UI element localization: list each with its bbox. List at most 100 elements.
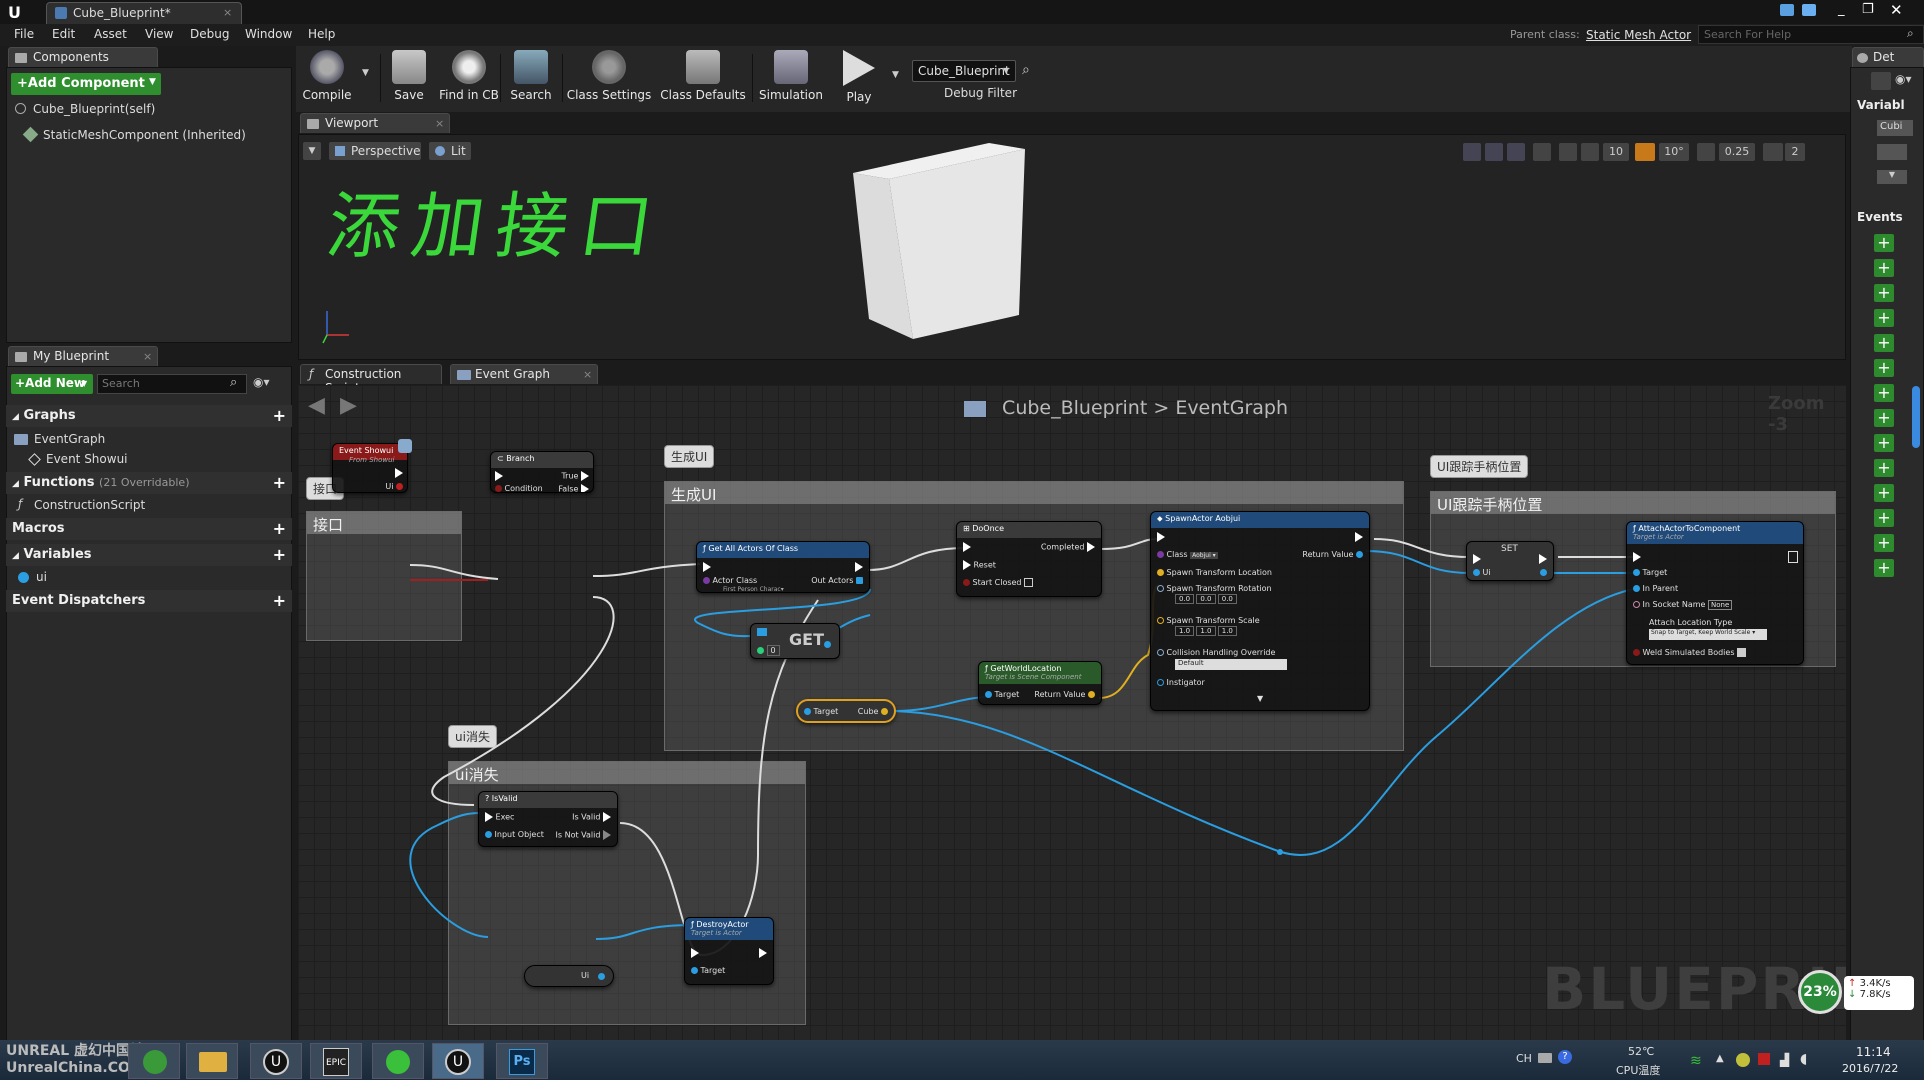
taskbar-app-360[interactable] (372, 1043, 424, 1079)
pin-false[interactable]: False (558, 484, 589, 492)
tab-components[interactable]: Components (8, 47, 158, 67)
pin-target[interactable]: Target (1633, 568, 1667, 577)
pin-class-value[interactable]: Aobjui ▾ (1190, 552, 1218, 559)
details-scrollbar[interactable] (1912, 386, 1920, 448)
help-search-input[interactable]: Search For Help ⌕ (1698, 25, 1924, 44)
functions-section[interactable]: ◢ Functions (21 Overridable) + (6, 472, 292, 494)
variable-item-ui[interactable]: ui (14, 569, 286, 587)
node-spawn-actor[interactable]: ⬥ SpawnActor Aobjui Class Aobjui ▾ Retur… (1150, 511, 1370, 711)
rotate-icon[interactable] (1485, 143, 1503, 161)
node-attach-actor[interactable]: ƒ AttachActorToComponent Target is Actor… (1626, 521, 1804, 665)
pin-spawn-rotation[interactable]: Spawn Transform Rotation (1157, 584, 1272, 593)
parent-class-link[interactable]: Static Mesh Actor (1586, 28, 1691, 42)
input-language[interactable]: CH (1516, 1052, 1532, 1065)
pin-out-actors[interactable]: Out Actors (811, 576, 863, 585)
camera-speed-icon[interactable] (1763, 143, 1783, 161)
add-event-button[interactable]: + (1874, 534, 1894, 552)
play-button[interactable]: Play (828, 50, 890, 108)
pin-in-parent[interactable]: In Parent (1633, 584, 1678, 593)
cube-field[interactable]: Cubi (1877, 120, 1913, 136)
pin-exec-out[interactable] (1788, 551, 1798, 563)
add-event-button[interactable]: + (1874, 384, 1894, 402)
grid-icon[interactable] (1877, 144, 1907, 160)
restore-icon[interactable]: ❐ (1862, 2, 1874, 17)
pin-cube[interactable]: Cube (858, 707, 888, 716)
rot-x[interactable]: 0.0 (1175, 594, 1195, 604)
rotation-fields[interactable]: 0.0 0.0 0.0 (1175, 594, 1237, 604)
document-tab[interactable]: Cube_Blueprint* × (46, 2, 242, 24)
tab-viewport[interactable]: Viewport × (300, 113, 450, 133)
clock-date[interactable]: 2016/7/22 (1842, 1062, 1898, 1075)
pin-start-closed[interactable]: Start Closed (963, 578, 1034, 587)
view-options-icon[interactable]: ◉▾ (253, 375, 270, 389)
pin-is-valid[interactable]: Is Valid (572, 812, 611, 822)
scale-x[interactable]: 1.0 (1175, 626, 1195, 636)
close-tab-icon[interactable]: × (223, 6, 232, 19)
compile-options-icon[interactable]: ▼ (362, 68, 369, 78)
pin-spawn-scale[interactable]: Spawn Transform Scale (1157, 616, 1260, 625)
pin-exec-in[interactable] (963, 542, 971, 552)
class-defaults-button[interactable]: Class Defaults (660, 50, 746, 108)
taskbar-app-unreal-editor[interactable]: U (432, 1043, 484, 1079)
my-blueprint-search-input[interactable]: Search ⌕ (97, 374, 247, 394)
pin-exec-out[interactable] (855, 562, 863, 572)
minimize-icon[interactable]: _ (1838, 2, 1845, 17)
world-local-icon[interactable] (1533, 143, 1551, 161)
perspective-button[interactable]: Perspective (329, 142, 421, 160)
details-list-view-icon[interactable] (1871, 72, 1891, 90)
weld-checkbox[interactable] (1737, 648, 1747, 657)
signal-icon[interactable]: ▟ (1780, 1053, 1789, 1067)
rot-y[interactable]: 0.0 (1196, 594, 1216, 604)
function-item-construction-script[interactable]: ƒ ConstructionScript (16, 497, 286, 515)
variables-section-header[interactable]: Variabl (1857, 98, 1905, 112)
grid-snap-value[interactable]: 10 (1603, 143, 1629, 161)
pin-exec-out[interactable] (1539, 554, 1547, 564)
viewport-options-button[interactable]: ▼ (303, 142, 321, 160)
tab-my-blueprint[interactable]: My Blueprint × (8, 346, 158, 366)
scale-snap-icon[interactable] (1697, 143, 1715, 161)
tab-event-graph[interactable]: Event Graph × (450, 364, 598, 384)
pin-reset[interactable]: Reset (963, 560, 996, 570)
rot-z[interactable]: 0.0 (1217, 594, 1237, 604)
pin-input-object[interactable]: Input Object (485, 830, 544, 839)
pin-ui-out[interactable] (598, 972, 605, 981)
add-event-button[interactable]: + (1874, 259, 1894, 277)
menu-window[interactable]: Window (245, 27, 292, 41)
pin-exec-out[interactable] (759, 948, 767, 958)
pin-collision[interactable]: Collision Handling Override (1157, 648, 1275, 657)
pin-index-value[interactable]: 0 (766, 645, 780, 656)
node-event-showui[interactable]: Event Showui From Showui Ui (332, 443, 408, 493)
translate-icon[interactable] (1463, 143, 1481, 161)
pin-index[interactable]: 0 (757, 645, 780, 656)
pin-ui-out[interactable] (1540, 568, 1547, 577)
menu-file[interactable]: File (14, 27, 34, 41)
attach-type-dropdown[interactable]: Snap to Target, Keep World Scale ▾ (1649, 629, 1767, 640)
grid-snap-icon[interactable] (1581, 143, 1599, 161)
pin-exec-in[interactable] (495, 471, 503, 481)
tab-details[interactable]: Det (1852, 47, 1924, 67)
add-event-button[interactable]: + (1874, 459, 1894, 477)
close-tab-icon[interactable]: × (583, 368, 592, 381)
add-event-button[interactable]: + (1874, 434, 1894, 452)
rotation-snap-icon[interactable] (1635, 143, 1655, 161)
chevron-down-icon[interactable]: ▼ (1877, 170, 1907, 184)
menu-asset[interactable]: Asset (94, 27, 127, 41)
graphs-section[interactable]: ◢ Graphs + (6, 405, 292, 427)
menu-debug[interactable]: Debug (190, 27, 229, 41)
pin-target[interactable]: Target (985, 690, 1019, 699)
pin-actor-class[interactable]: Actor Class (703, 576, 757, 585)
component-item-self[interactable]: Cube_Blueprint(self) (11, 100, 287, 118)
taskbar-app-photoshop[interactable]: Ps (496, 1043, 548, 1079)
scale-icon[interactable] (1507, 143, 1525, 161)
pin-exec-in[interactable] (1157, 532, 1165, 542)
pin-exec-out[interactable] (395, 468, 403, 478)
pin-get-out[interactable] (824, 640, 831, 649)
node-set-ui[interactable]: SET Ui (1466, 541, 1554, 581)
graph-item-event-showui[interactable]: Event Showui (26, 451, 286, 469)
node-ui-variable[interactable]: Ui (524, 965, 614, 987)
pin-socket-name[interactable]: In Socket Name None (1633, 600, 1733, 610)
taskbar-app-epic[interactable]: EPIC (310, 1043, 362, 1079)
pin-return-value[interactable]: Return Value (1034, 690, 1095, 699)
play-options-icon[interactable]: ▼ (892, 70, 899, 80)
pin-completed[interactable]: Completed (1041, 542, 1095, 552)
